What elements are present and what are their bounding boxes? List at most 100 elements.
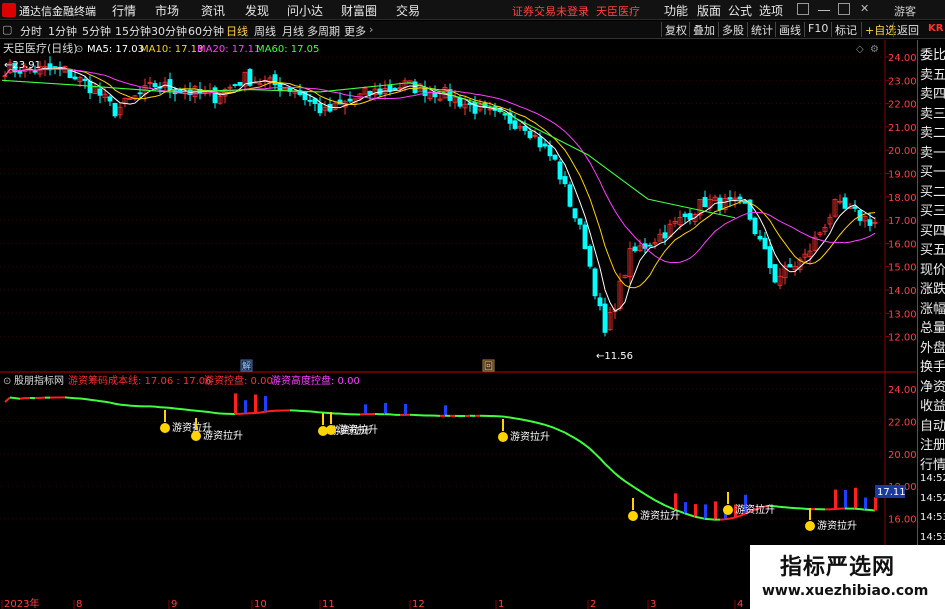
collapse-icon[interactable]: ▢	[2, 23, 12, 36]
period-daily[interactable]: 日线	[226, 23, 248, 39]
toolbar-mark[interactable]: 标记	[831, 22, 857, 37]
menu-item-layout[interactable]: 版面	[697, 2, 721, 19]
candle-body	[662, 232, 668, 239]
signal-markers: 游资拉升游资拉升 游资拉升游资拉升游资拉升游资拉升游资拉升游资拉升	[160, 410, 857, 532]
candle-body	[602, 303, 608, 333]
high-price-label: ←23.91	[4, 60, 41, 71]
cost-line-segment	[19, 397, 26, 400]
menu-item-market[interactable]: 市场	[155, 2, 179, 19]
smiley-icon	[191, 431, 201, 441]
period-timeshare[interactable]: 分时	[20, 23, 42, 39]
toolbar-add-watch[interactable]: +自选	[861, 22, 896, 37]
control-bar	[854, 487, 857, 509]
minimize-icon[interactable]	[818, 3, 830, 11]
cost-line-segment	[89, 398, 96, 402]
candle-body	[152, 83, 158, 88]
y-tick-label: 22.00	[888, 417, 916, 428]
candle-body	[717, 197, 723, 211]
candle-body	[592, 268, 598, 297]
cost-line-segment	[199, 410, 206, 413]
cost-line-segment	[589, 448, 596, 455]
ma20-label: MA20: 17.11	[197, 44, 260, 55]
ma-toggle-icon[interactable]: ⊙	[75, 44, 83, 55]
side-label: 卖四	[920, 87, 945, 102]
toolbar-draw[interactable]: 画线	[775, 22, 801, 37]
period-5min[interactable]: 5分钟	[82, 23, 111, 39]
kr-badge: KR	[928, 23, 944, 34]
x-axis: 2023年 8 9 10 11 12 1 2 3 4	[1, 597, 743, 609]
menu-item-discover[interactable]: 发现	[245, 2, 269, 19]
cost-line-segment	[724, 517, 731, 521]
candle-body	[112, 102, 118, 117]
indicator-toggle-icon[interactable]: ⊙	[3, 376, 11, 387]
menu-item-options[interactable]: 选项	[759, 2, 783, 19]
cost-line-segment	[9, 396, 16, 400]
control-bar	[404, 403, 407, 415]
period-weekly[interactable]: 周线	[254, 23, 276, 39]
menu-item-wealth[interactable]: 财富圈	[341, 2, 377, 19]
cost-line-segment	[529, 420, 536, 424]
x-tick-label: 4	[737, 599, 743, 609]
candle-body	[522, 125, 528, 131]
control-bar	[874, 497, 877, 511]
period-30min[interactable]: 30分钟	[151, 23, 187, 39]
candle-body	[212, 87, 218, 104]
side-label: 注册	[920, 438, 945, 453]
side-label: 买五	[920, 243, 945, 258]
toolbar-back[interactable]: 返回	[893, 22, 919, 37]
cost-line-segment	[634, 486, 641, 492]
chart-area[interactable]: 24.00 23.00 22.00 21.00 20.00 19.00 18.00 17.00…	[0, 40, 916, 609]
period-60min[interactable]: 60分钟	[188, 23, 224, 39]
y-tick-label: 14.00	[888, 286, 916, 297]
x-tick-label: 3	[650, 599, 656, 609]
control-bar	[864, 497, 867, 510]
maximize-icon[interactable]	[838, 3, 850, 15]
candle-body	[787, 264, 793, 268]
gear-icon[interactable]: ⚙	[870, 44, 879, 55]
y-tick-label: 16.00	[888, 239, 916, 250]
cost-line-segment	[259, 410, 266, 414]
candle-body	[307, 99, 313, 102]
toolbar-overlay[interactable]: 叠加	[689, 22, 715, 37]
toolbar-stats[interactable]: 统计	[747, 22, 773, 37]
ma5-label: MA5: 17.03	[87, 44, 144, 55]
side-label: 14:53	[920, 531, 945, 543]
login-status[interactable]: 证券交易未登录 天臣医疗	[512, 3, 640, 19]
candle-body	[737, 196, 743, 200]
candle-body	[742, 201, 748, 204]
menu-item-function[interactable]: 功能	[664, 2, 688, 19]
indicator-high-control: 游资高度控盘: 0.00	[271, 374, 360, 387]
period-monthly[interactable]: 月线	[282, 23, 304, 39]
guest-label[interactable]: 游客	[894, 3, 916, 19]
restore-icon[interactable]	[797, 3, 809, 15]
side-label: 行情	[920, 457, 945, 473]
period-15min[interactable]: 15分钟	[115, 23, 151, 39]
close-icon[interactable]: ✕	[860, 3, 872, 15]
chevron-right-icon[interactable]: ›	[369, 23, 373, 36]
candle-body	[512, 120, 518, 129]
candle-body	[647, 244, 653, 247]
menu-item-ask[interactable]: 问小达	[287, 2, 323, 19]
candle-body	[392, 88, 398, 91]
candle-body	[762, 237, 768, 250]
diamond-icon[interactable]: ◇	[856, 44, 864, 55]
menu-item-news[interactable]: 资讯	[201, 2, 225, 19]
menu-item-formula[interactable]: 公式	[728, 2, 752, 19]
toolbar-adjust[interactable]: 复权	[661, 22, 687, 37]
toolbar-f10[interactable]: F10	[804, 22, 828, 37]
period-more[interactable]: 更多	[344, 23, 366, 39]
login-status-text: 证券交易未登录	[512, 5, 589, 18]
toolbar-multi[interactable]: 多股	[718, 22, 744, 37]
cost-line-segment	[504, 415, 511, 419]
menu-item-trade[interactable]: 交易	[396, 2, 420, 19]
period-1min[interactable]: 1分钟	[48, 23, 77, 39]
side-label: 买四	[920, 223, 945, 239]
cost-line-segment	[314, 410, 321, 414]
control-bar	[444, 405, 447, 416]
smiley-icon	[326, 425, 336, 435]
stock-tab[interactable]: 天臣医疗	[596, 5, 640, 18]
side-label: 14:53	[920, 512, 945, 523]
candle-body	[577, 218, 583, 225]
period-multi[interactable]: 多周期	[307, 23, 340, 39]
menu-item-quotes[interactable]: 行情	[112, 2, 136, 19]
